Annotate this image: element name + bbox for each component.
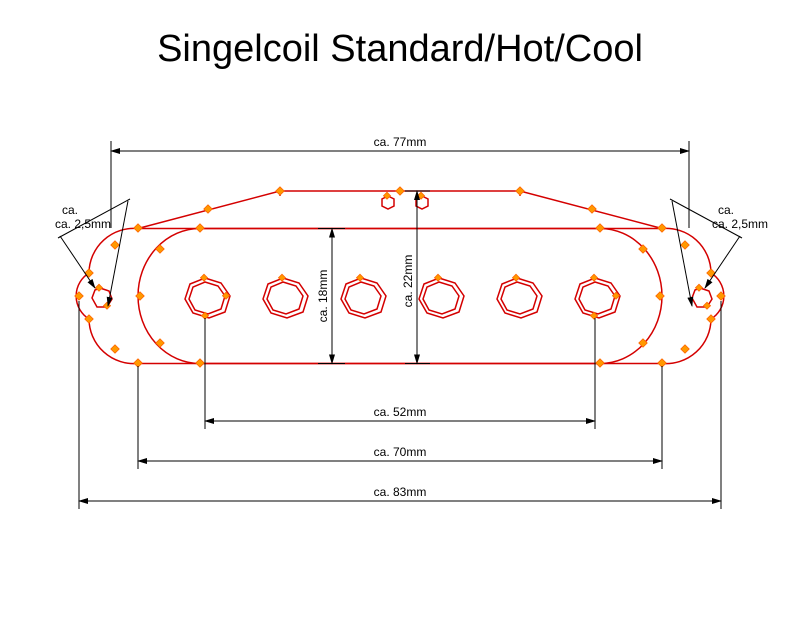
page-title: Singelcoil Standard/Hot/Cool [0, 28, 800, 71]
pickup-shapes [76, 191, 724, 364]
pole-3 [341, 278, 386, 318]
dim-label: ca. [718, 203, 734, 217]
cover-outline [138, 229, 662, 364]
dim-label: ca. 77mm [374, 135, 427, 149]
dim-22mm: ca. 22mm [401, 191, 430, 364]
dim-label: ca. 2,5mm [712, 217, 768, 231]
top-flange-outline [138, 191, 662, 229]
dim-label: ca. 52mm [374, 405, 427, 419]
pole-4 [419, 278, 464, 318]
dim-label: ca. 22mm [401, 255, 415, 308]
dim-77mm: ca. 77mm [111, 135, 689, 228]
bezier-anchors [75, 187, 725, 367]
dim-screw-right: ca. ca. 2,5mm [670, 199, 768, 306]
dim-52mm: ca. 52mm [205, 318, 595, 429]
dim-label: ca. 83mm [374, 485, 427, 499]
dim-18mm: ca. 18mm [316, 229, 345, 364]
dim-label: ca. [62, 203, 78, 217]
dim-label: ca. 18mm [316, 270, 330, 323]
technical-drawing: ca. 77mm ca. 22mm ca. 18mm ca. 52mm [0, 96, 800, 596]
dim-label: ca. 70mm [374, 445, 427, 459]
pole-1 [185, 278, 230, 318]
base-plate-outline [76, 229, 724, 364]
dim-label: ca. 2,5mm [55, 217, 111, 231]
dimensions: ca. 77mm ca. 22mm ca. 18mm ca. 52mm [55, 135, 768, 509]
pole-2 [263, 278, 308, 318]
pole-6 [575, 278, 620, 318]
dim-screw-left: ca. ca. 2,5mm [55, 199, 130, 306]
pole-5 [497, 278, 542, 318]
